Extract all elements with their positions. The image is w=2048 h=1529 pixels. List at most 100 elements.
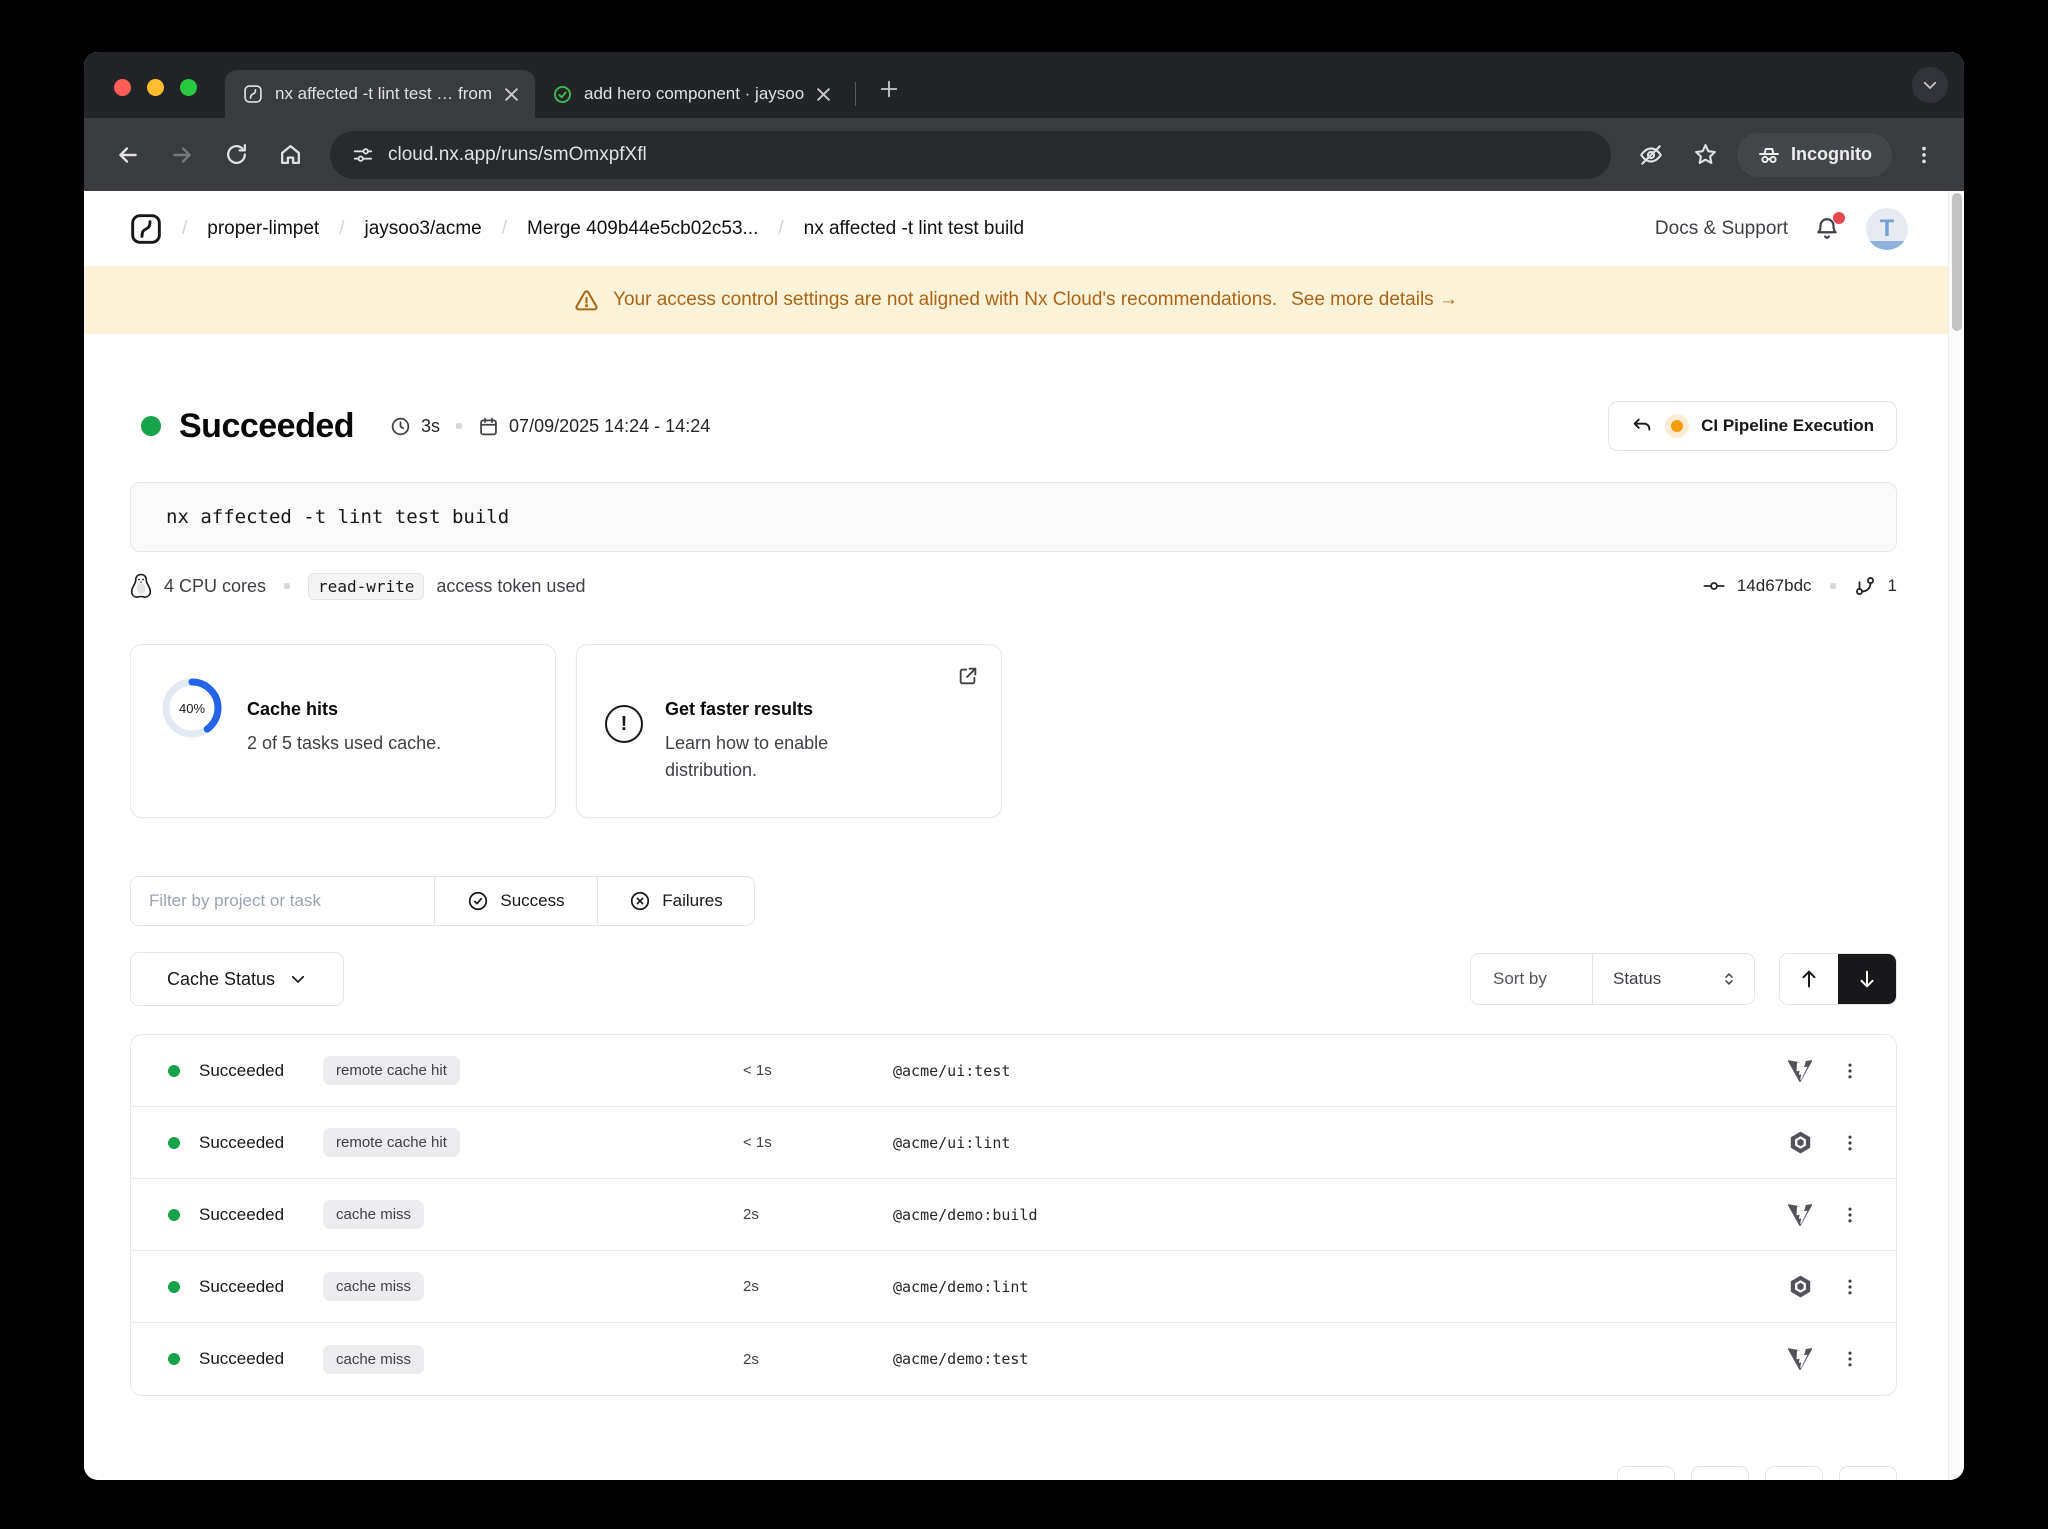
task-name[interactable]: @acme/ui:test (893, 1062, 1770, 1080)
bookmark-star-icon[interactable] (1683, 133, 1727, 177)
run-duration: 3s (421, 416, 440, 437)
new-tab-button[interactable] (872, 72, 906, 106)
linux-penguin-icon (130, 573, 152, 599)
browser-menu-icon[interactable] (1902, 133, 1946, 177)
breadcrumb-separator: / (182, 218, 187, 240)
breadcrumb-commit[interactable]: Merge 409b44e5cb02c53... (527, 218, 758, 240)
avatar[interactable]: T (1866, 208, 1908, 250)
avatar-bar (1866, 241, 1908, 250)
task-name[interactable]: @acme/demo:build (893, 1206, 1770, 1224)
fullscreen-window-button[interactable] (180, 79, 197, 96)
pagination-button[interactable] (1839, 1466, 1897, 1480)
sort-ascending-button[interactable] (1780, 954, 1838, 1004)
vitest-icon (1770, 1058, 1830, 1084)
cache-percent-label: 40% (159, 675, 225, 741)
cache-status-badge: remote cache hit (323, 1056, 460, 1085)
tab-search-button[interactable] (1912, 67, 1948, 103)
docs-support-link[interactable]: Docs & Support (1655, 218, 1788, 240)
close-tab-icon[interactable] (816, 87, 831, 102)
back-button[interactable] (106, 133, 150, 177)
row-menu-icon[interactable] (1830, 1061, 1870, 1081)
task-row[interactable]: Succeeded remote cache hit < 1s @acme/ui… (131, 1107, 1896, 1179)
row-menu-icon[interactable] (1830, 1349, 1870, 1369)
chevrons-up-down-icon (1720, 970, 1738, 988)
sort-descending-button[interactable] (1838, 954, 1896, 1004)
distribution-title: Get faster results (665, 699, 865, 720)
pagination (130, 1466, 1897, 1480)
breadcrumb-workspace[interactable]: proper-limpet (207, 218, 319, 240)
close-tab-icon[interactable] (504, 87, 519, 102)
cache-status-badge: cache miss (323, 1345, 424, 1374)
nx-logo-icon[interactable] (130, 213, 162, 245)
incognito-label: Incognito (1791, 144, 1872, 165)
cpu-cores: 4 CPU cores (164, 576, 266, 597)
access-token-badge: read-write (308, 573, 424, 600)
nx-favicon-icon (243, 84, 263, 104)
filter-failures-button[interactable]: Failures (597, 877, 754, 925)
task-name[interactable]: @acme/demo:lint (893, 1278, 1770, 1296)
cache-hits-donut: 40% (159, 675, 225, 741)
incognito-badge: Incognito (1737, 133, 1892, 177)
pagination-button[interactable] (1765, 1466, 1823, 1480)
sort-direction-toggle (1779, 953, 1897, 1005)
success-dot (168, 1137, 180, 1149)
row-menu-icon[interactable] (1830, 1277, 1870, 1297)
notifications-bell-icon[interactable] (1814, 216, 1840, 242)
warning-triangle-icon (574, 288, 599, 313)
success-dot (168, 1281, 180, 1293)
pagination-button[interactable] (1617, 1466, 1675, 1480)
banner-message: Your access control settings are not ali… (613, 289, 1277, 311)
breadcrumb-repo[interactable]: jaysoo3/acme (365, 218, 482, 240)
cache-status-badge: cache miss (323, 1200, 424, 1229)
cache-status-dropdown[interactable]: Cache Status (130, 952, 344, 1006)
dot-separator (1830, 583, 1836, 589)
cache-hits-body: 2 of 5 tasks used cache. (247, 730, 441, 757)
sort-select[interactable]: Status (1592, 954, 1754, 1004)
dot-separator (456, 423, 462, 429)
distribution-card[interactable]: ! Get faster results Learn how to enable… (576, 644, 1002, 818)
task-row[interactable]: Succeeded remote cache hit < 1s @acme/ui… (131, 1035, 1896, 1107)
window-controls[interactable] (114, 79, 197, 96)
task-status: Succeeded (199, 1277, 307, 1297)
distribution-body: Learn how to enable distribution. (665, 730, 865, 784)
reload-button[interactable] (214, 133, 258, 177)
git-branch-icon (1854, 575, 1876, 597)
home-button[interactable] (268, 133, 312, 177)
scrollbar-thumb[interactable] (1952, 193, 1962, 331)
task-status: Succeeded (199, 1133, 307, 1153)
close-window-button[interactable] (114, 79, 131, 96)
address-bar[interactable]: cloud.nx.app/runs/smOmxpfXfl (330, 131, 1611, 179)
task-list-toolbar: Cache Status Sort by Status (130, 952, 1897, 1006)
task-name[interactable]: @acme/ui:lint (893, 1134, 1770, 1152)
access-warning-banner[interactable]: Your access control settings are not ali… (84, 266, 1948, 334)
minimize-window-button[interactable] (147, 79, 164, 96)
filter-input[interactable] (131, 877, 434, 925)
tab-nx-run[interactable]: nx affected -t lint test … from (225, 70, 535, 118)
pagination-button[interactable] (1691, 1466, 1749, 1480)
task-name[interactable]: @acme/demo:test (893, 1350, 1770, 1368)
access-token-text: access token used (436, 576, 585, 597)
row-menu-icon[interactable] (1830, 1133, 1870, 1153)
undo-arrow-icon (1631, 415, 1653, 437)
check-circle-favicon-icon (553, 85, 572, 104)
forward-button[interactable] (160, 133, 204, 177)
info-exclamation-icon: ! (605, 705, 643, 743)
eye-off-icon[interactable] (1629, 133, 1673, 177)
filter-success-button[interactable]: Success (434, 877, 597, 925)
task-row[interactable]: Succeeded cache miss 2s @acme/demo:test (131, 1323, 1896, 1395)
run-command-box: nx affected -t lint test build (130, 482, 1897, 552)
tab-bar: nx affected -t lint test … from add hero… (84, 52, 1964, 118)
task-row[interactable]: Succeeded cache miss 2s @acme/demo:build (131, 1179, 1896, 1251)
site-settings-icon[interactable] (352, 144, 374, 166)
breadcrumb-run[interactable]: nx affected -t lint test build (804, 218, 1024, 240)
notification-dot (1833, 212, 1845, 224)
task-row[interactable]: Succeeded cache miss 2s @acme/demo:lint (131, 1251, 1896, 1323)
ci-pipeline-execution-button[interactable]: CI Pipeline Execution (1608, 401, 1897, 451)
row-menu-icon[interactable] (1830, 1205, 1870, 1225)
commit-sha[interactable]: 14d67bdc (1737, 576, 1812, 596)
tab-hero-pr[interactable]: add hero component · jaysoo (535, 70, 847, 118)
page-scrollbar[interactable] (1948, 191, 1964, 1480)
clock-icon (390, 416, 411, 437)
check-circle-icon (467, 890, 489, 912)
banner-link[interactable]: See more details → (1291, 289, 1458, 311)
